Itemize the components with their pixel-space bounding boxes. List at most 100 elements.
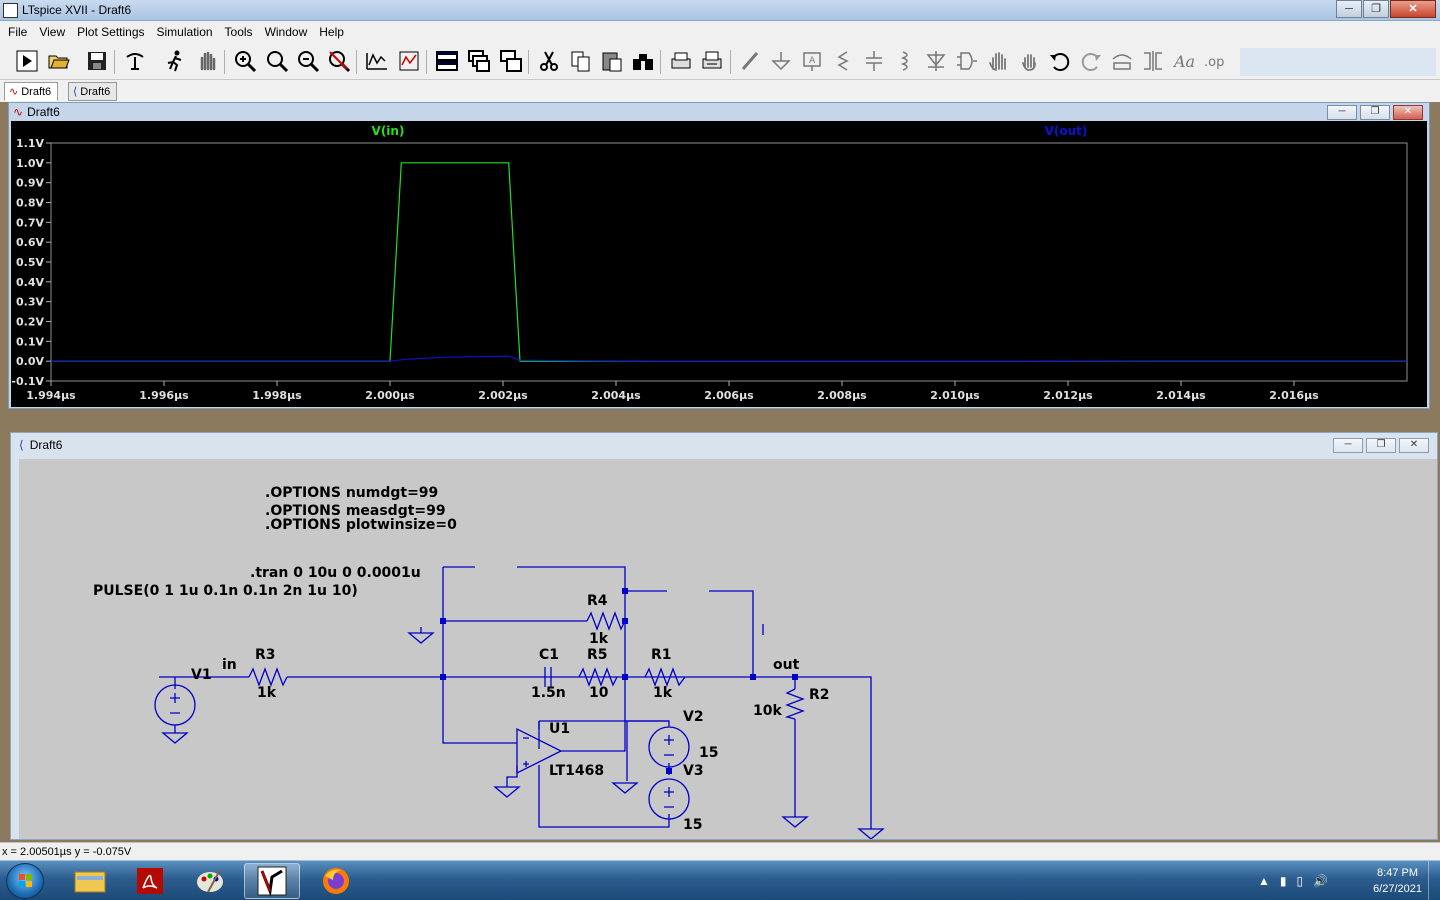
network-icon[interactable]: ▮ — [1280, 874, 1287, 888]
run-man-icon[interactable] — [162, 48, 188, 74]
maximize-button[interactable]: ❐ — [1363, 0, 1389, 18]
plot-close-button[interactable]: ✕ — [1393, 105, 1423, 120]
value-r4[interactable]: 1k — [589, 631, 609, 647]
pulse-source-value[interactable]: PULSE(0 1 1u 0.1n 0.1n 2n 1u 10) — [93, 583, 358, 599]
zoom-cancel-icon[interactable] — [326, 48, 352, 74]
spice-directive-icon[interactable]: .op — [1202, 48, 1228, 74]
resistor-icon[interactable] — [830, 48, 856, 74]
volume-icon[interactable]: 🔊 — [1313, 874, 1328, 888]
options-numdgt[interactable]: .OPTIONS numdgt=99 — [265, 485, 438, 501]
tran-directive[interactable]: .tran 0 10u 0 0.0001u — [250, 565, 421, 581]
menu-view[interactable]: View — [33, 25, 71, 39]
tab-waveform-draft6[interactable]: ∿ Draft6 — [4, 82, 59, 101]
diode-icon[interactable] — [923, 48, 949, 74]
label-u1[interactable]: U1 — [549, 721, 570, 737]
value-v3[interactable]: 15 — [683, 817, 702, 833]
ground-icon[interactable] — [768, 48, 794, 74]
control-panel-icon[interactable] — [122, 48, 148, 74]
text-icon[interactable]: Aa — [1171, 48, 1197, 74]
label-v2[interactable]: V2 — [683, 709, 704, 725]
menu-simulation[interactable]: Simulation — [151, 25, 219, 39]
taskbar-explorer[interactable] — [62, 863, 118, 899]
drag-icon[interactable] — [1016, 48, 1042, 74]
mirror-icon[interactable] — [1140, 48, 1166, 74]
capacitor-icon[interactable] — [861, 48, 887, 74]
close-button[interactable]: ✕ — [1390, 0, 1436, 18]
schematic-close-button[interactable]: ✕ — [1399, 438, 1429, 453]
rotate-icon[interactable] — [1109, 48, 1135, 74]
value-c1[interactable]: 1.5n — [531, 685, 566, 701]
taskbar-acrobat[interactable] — [122, 863, 178, 899]
label-c1[interactable]: C1 — [539, 647, 559, 663]
zoom-out-icon[interactable] — [295, 48, 321, 74]
autorange-icon[interactable] — [364, 48, 390, 74]
plot-frame — [50, 142, 1408, 382]
show-desktop-button[interactable] — [1428, 861, 1440, 900]
value-r3[interactable]: 1k — [257, 685, 277, 701]
value-r1[interactable]: 1k — [653, 685, 673, 701]
print-icon[interactable] — [668, 48, 694, 74]
options-plotwinsize[interactable]: .OPTIONS plotwinsize=0 — [265, 517, 457, 533]
move-icon[interactable] — [985, 48, 1011, 74]
menu-tools[interactable]: Tools — [219, 25, 259, 39]
value-r5[interactable]: 10 — [589, 685, 609, 701]
x-tick-label: 2.012µs — [1043, 389, 1093, 402]
cut-icon[interactable] — [536, 48, 562, 74]
tile-horizontal-icon[interactable] — [434, 48, 460, 74]
label-icon[interactable]: A — [799, 48, 825, 74]
plot-minimize-button[interactable]: ─ — [1327, 105, 1357, 120]
voltage-source-v3 — [648, 778, 690, 820]
value-r2[interactable]: 10k — [753, 703, 782, 719]
x-tick-label: 2.014µs — [1156, 389, 1206, 402]
halt-hand-icon[interactable] — [194, 48, 220, 74]
net-label-in[interactable]: in — [222, 657, 237, 673]
label-v1[interactable]: V1 — [191, 667, 212, 683]
menu-plot-settings[interactable]: Plot Settings — [71, 25, 150, 39]
power-icon[interactable]: ▯ — [1297, 874, 1304, 888]
show-hidden-icons-icon[interactable]: ▲ — [1258, 874, 1270, 888]
menu-help[interactable]: Help — [313, 25, 350, 39]
zoom-area-icon[interactable] — [396, 48, 422, 74]
label-r5[interactable]: R5 — [587, 647, 608, 663]
label-v3[interactable]: V3 — [683, 763, 704, 779]
label-r4[interactable]: R4 — [587, 593, 608, 609]
taskbar-paint[interactable] — [182, 863, 238, 899]
clock[interactable]: 8:47 PM 6/27/2021 — [1373, 865, 1422, 897]
label-r2[interactable]: R2 — [809, 687, 830, 703]
schematic-minimize-button[interactable]: ─ — [1333, 438, 1363, 453]
schematic-restore-button[interactable]: ❐ — [1366, 438, 1396, 453]
open-icon[interactable] — [46, 48, 72, 74]
run-icon[interactable] — [14, 48, 40, 74]
tab-schematic-draft6[interactable]: ⟨ Draft6 — [68, 82, 118, 101]
menu-window[interactable]: Window — [259, 25, 314, 39]
save-icon[interactable] — [84, 48, 110, 74]
zoom-in-icon[interactable] — [232, 48, 258, 74]
label-r1[interactable]: R1 — [651, 647, 672, 663]
v3-symbol — [664, 787, 674, 808]
net-label-out[interactable]: out — [773, 657, 800, 673]
part-u1[interactable]: LT1468 — [549, 763, 604, 779]
taskbar-ltspice[interactable] — [244, 863, 300, 899]
paste-icon[interactable] — [599, 48, 625, 74]
windows-logo-icon — [19, 874, 32, 887]
find-icon[interactable] — [630, 48, 656, 74]
waveform-plot[interactable]: 1.1V 1.0V 0.9V 0.8V 0.7V 0.6V 0.5V 0.4V 0.3V 0.2V… — [11, 121, 1427, 407]
taskbar-firefox[interactable] — [308, 863, 364, 899]
minimize-button[interactable]: ─ — [1336, 0, 1362, 18]
inductor-icon[interactable] — [892, 48, 918, 74]
value-v2[interactable]: 15 — [699, 745, 718, 761]
plot-restore-button[interactable]: ❐ — [1360, 105, 1390, 120]
redo-icon[interactable] — [1078, 48, 1104, 74]
tile-vertical-icon[interactable] — [498, 48, 524, 74]
start-button[interactable] — [6, 863, 44, 899]
print-setup-icon[interactable] — [699, 48, 725, 74]
schematic-canvas[interactable]: .OPTIONS numdgt=99 .OPTIONS measdgt=99 .… — [19, 459, 1437, 839]
wire-icon[interactable] — [738, 48, 764, 74]
undo-icon[interactable] — [1047, 48, 1073, 74]
zoom-full-icon[interactable] — [264, 48, 290, 74]
label-r3[interactable]: R3 — [255, 647, 276, 663]
copy-icon[interactable] — [568, 48, 594, 74]
component-icon[interactable] — [954, 48, 980, 74]
menu-file[interactable]: File — [2, 25, 33, 39]
cascade-icon[interactable] — [466, 48, 492, 74]
